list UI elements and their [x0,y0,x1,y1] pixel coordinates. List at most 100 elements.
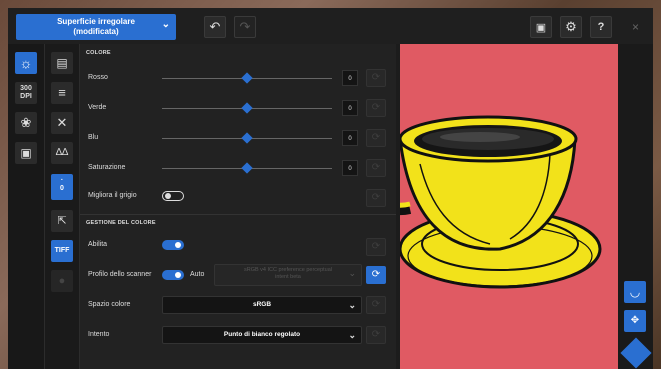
section-title-gestione: GESTIONE DEL COLORE [86,220,156,226]
reset-icon: ⟳ [371,162,381,173]
gear-icon: ⚙ [565,19,577,34]
section-divider [80,214,396,215]
profilo-reset-button[interactable]: ⟳ [366,266,386,284]
resize-button[interactable]: ⇱ [51,210,73,232]
redo-button[interactable]: ↷ [234,16,256,38]
reset-icon: ⟳ [371,241,381,252]
preset-dropdown[interactable]: Superficie irregolare (modificata) ⌄ [16,14,176,40]
profilo-select[interactable]: sRGB v4 ICC preference perceptual intent… [214,264,362,286]
slider-reset-button[interactable]: ⟳ [366,129,386,147]
reset-icon: ⟳ [371,329,381,340]
gauge-button[interactable]: ◡ [624,281,646,303]
migliora-reset-button[interactable]: ⟳ [366,189,386,207]
expand-handle[interactable] [620,337,652,369]
reset-icon: ⟳ [371,299,381,310]
profilo-label: Profilo dello scanner [88,271,152,278]
scan-tray-button[interactable]: ▣ [530,16,552,38]
slider-value-field[interactable]: 0 [342,70,358,86]
preset-name: Superficie irregolare [57,17,135,26]
spazio-colore-label: Spazio colore [88,301,131,308]
profilo-value-line2: intent beta [275,274,301,280]
close-icon: × [631,20,639,34]
circle-icon: ● [58,275,66,287]
preview-tools-column: ◡ ✥ [618,44,653,369]
resolution-category-button[interactable]: 300 DPI [15,82,37,104]
chevron-down-icon: ⌄ [348,300,356,310]
dpi-label: DPI [20,93,32,100]
levels-button[interactable]: ≡ [51,82,73,104]
slider-label: Saturazione [88,164,126,171]
intento-reset-button[interactable]: ⟳ [366,326,386,344]
slider-thumb[interactable] [241,132,253,144]
migliora-grigio-toggle[interactable] [162,191,184,201]
exposure-button[interactable]: · 0 [51,174,73,200]
coffee-cup-image [400,115,602,289]
sun-icon: ☼ [19,55,33,71]
brightness-category-button[interactable]: ☼ [15,52,37,74]
chevron-down-icon: ⌄ [161,19,170,30]
preset-status: (modificata) [73,27,119,36]
image-icon: ▤ [56,56,68,70]
slider-label: Blu [88,134,99,141]
scan-preview[interactable] [400,44,618,369]
reset-icon: ⟳ [371,72,381,83]
section-title-colore: COLORE [86,50,111,56]
spazio-reset-button[interactable]: ⟳ [366,296,386,314]
redo-icon: ↷ [239,19,251,34]
intento-label: Intento [88,331,110,338]
undo-icon: ↶ [209,19,221,34]
scanner-window: Superficie irregolare (modificata) ⌄ ↶ ↷… [8,8,653,369]
migliora-grigio-label: Migliora il grigio [88,192,137,199]
close-button[interactable]: × [632,20,639,34]
help-button[interactable]: ? [590,16,612,38]
spazio-colore-select[interactable]: sRGB ⌄ [162,296,362,314]
gauge-icon: ◡ [629,285,641,299]
slider-label: Rosso [88,74,108,81]
abilita-toggle[interactable] [162,240,184,250]
slider-thumb[interactable] [241,102,253,114]
slider-reset-button[interactable]: ⟳ [366,69,386,87]
crop-icon: ▣ [20,146,32,160]
image-adjust-button[interactable]: ▤ [51,52,73,74]
profilo-auto-toggle[interactable] [162,270,184,280]
resize-icon: ⇱ [57,215,67,227]
crop-category-button[interactable]: ▣ [15,142,37,164]
reset-icon: ⟳ [371,192,381,203]
award-icon: ❀ [20,115,32,130]
exposure-value: 0 [60,185,64,192]
slider-reset-button[interactable]: ⟳ [366,99,386,117]
undo-button[interactable]: ↶ [204,16,226,38]
reset-icon: ⟳ [371,269,381,280]
chevron-down-icon: ⌄ [348,330,356,340]
dot-icon: · [60,177,64,184]
close-icon: ✕ [56,115,68,130]
slider-thumb[interactable] [241,72,253,84]
color-drops-button[interactable]: ∆∆ [51,142,73,164]
settings-panel: COLORE Rosso 0 ⟳ Verde 0 ⟳ Blu 0 ⟳ Saturazione 0 ⟳ … [80,44,396,369]
dpi-value: 300 [20,85,32,92]
slider-reset-button[interactable]: ⟳ [366,159,386,177]
sliders-icon: ≡ [58,85,66,100]
quality-category-button[interactable]: ❀ [15,112,37,134]
tool-sidebar: ▤ ≡ ✕ ∆∆ · 0 ⇱ TIFF ● [44,44,80,369]
file-format-button[interactable]: TIFF [51,240,73,262]
spazio-colore-value: sRGB [252,301,272,308]
clear-button[interactable]: ✕ [51,112,73,134]
slider-value-field[interactable]: 0 [342,160,358,176]
slider-value-field[interactable]: 0 [342,100,358,116]
file-format-label: TIFF [54,247,70,254]
chevron-down-icon: ⌄ [348,268,356,278]
reset-icon: ⟳ [371,102,381,113]
profilo-value-line1: sRGB v4 ICC preference perceptual [243,267,333,273]
drops-icon: ∆∆ [55,147,69,158]
category-sidebar: ☼ 300 DPI ❀ ▣ [8,44,44,369]
slider-thumb[interactable] [241,162,253,174]
intento-value: Punto di bianco regolato [223,331,301,338]
disabled-tool-button[interactable]: ● [51,270,73,292]
slider-value-field[interactable]: 0 [342,130,358,146]
fit-view-button[interactable]: ✥ [624,310,646,332]
intento-select[interactable]: Punto di bianco regolato ⌄ [162,326,362,344]
settings-button[interactable]: ⚙ [560,16,582,38]
abilita-reset-button[interactable]: ⟳ [366,238,386,256]
help-icon: ? [597,21,605,33]
